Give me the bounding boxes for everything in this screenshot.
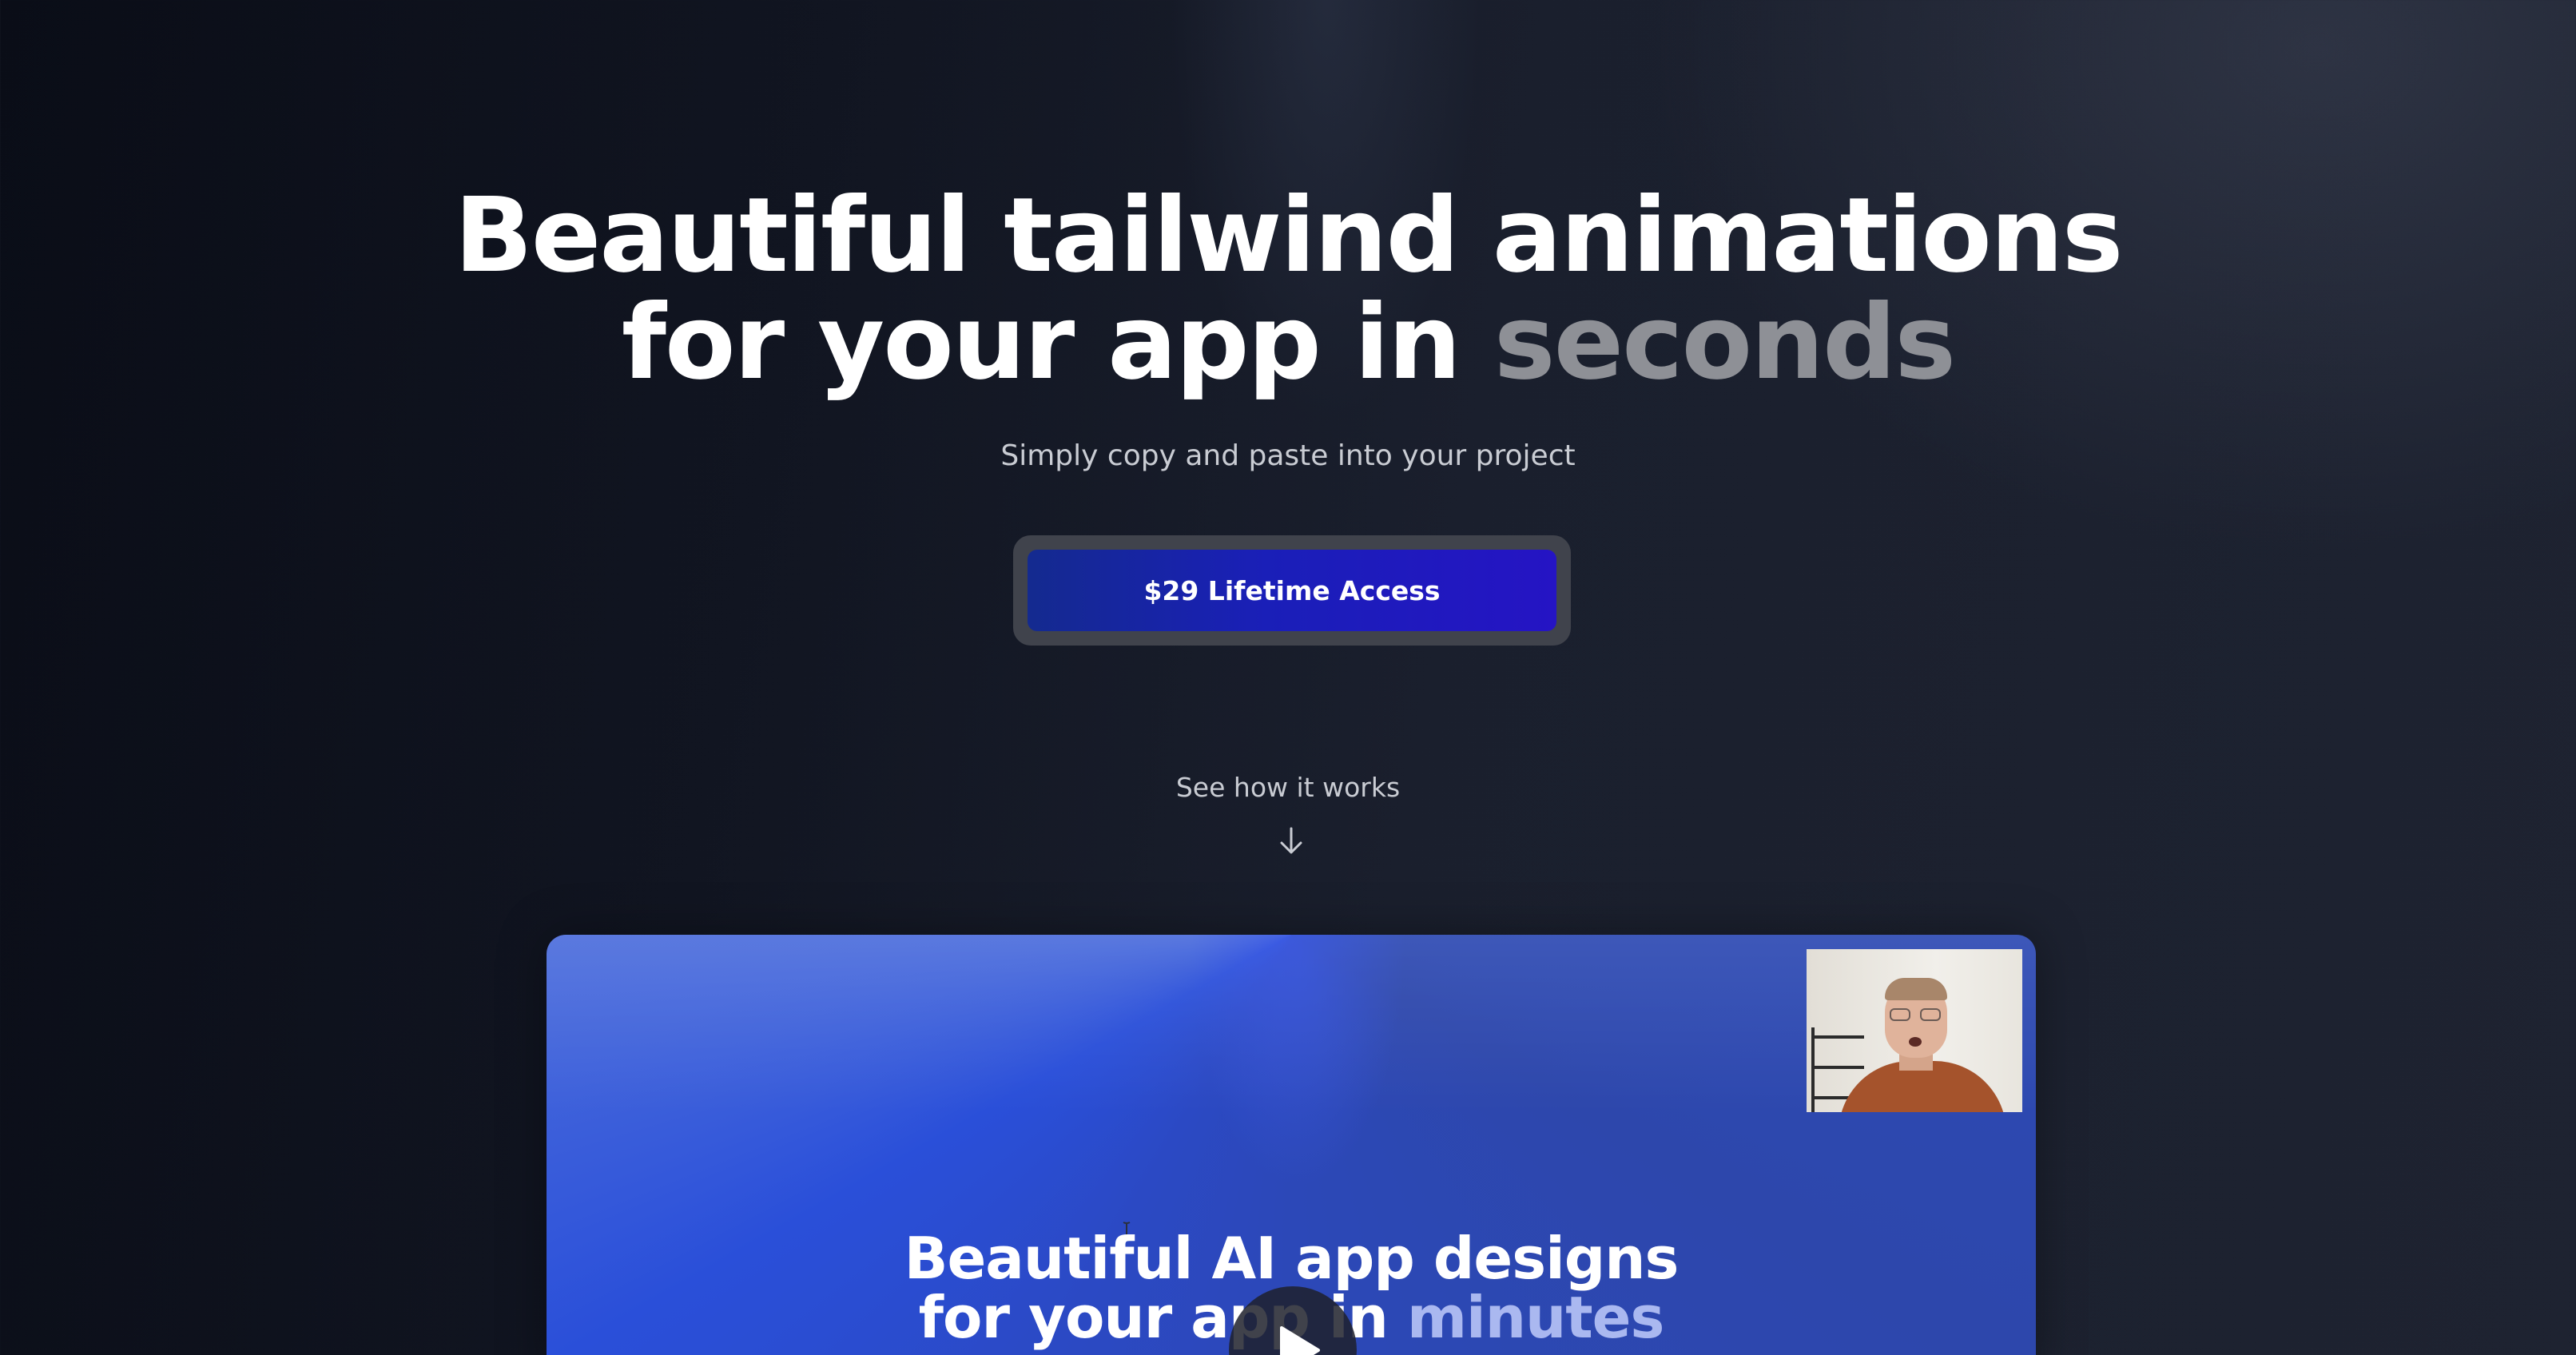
video-title-line-1: Beautiful AI app designs	[904, 1225, 1680, 1292]
glasses	[1890, 1008, 1942, 1023]
video-title-accent: minutes	[1407, 1284, 1664, 1351]
play-icon	[1280, 1326, 1320, 1355]
hero-title-line-2-prefix: for your app in	[621, 283, 1494, 403]
hero-subtitle: Simply copy and paste into your project	[1000, 439, 1576, 472]
see-how-it-works-link[interactable]: See how it works	[0, 765, 2576, 810]
presenter-webcam-thumbnail	[1807, 949, 2022, 1112]
hero-title-line-2: for your app in seconds	[0, 289, 2576, 396]
hero-title-accent: seconds	[1493, 283, 1956, 403]
cta-button-frame: $29 Lifetime Access	[1013, 535, 1571, 646]
video-preview-card[interactable]: Beautiful AI app designs for your app in…	[547, 935, 2036, 1355]
hero-title-line-1: Beautiful tailwind animations	[454, 176, 2123, 296]
hero-title: Beautiful tailwind animations for your a…	[0, 182, 2576, 396]
lifetime-access-button[interactable]: $29 Lifetime Access	[1028, 550, 1556, 631]
arrow-down-icon[interactable]	[1278, 826, 1305, 855]
